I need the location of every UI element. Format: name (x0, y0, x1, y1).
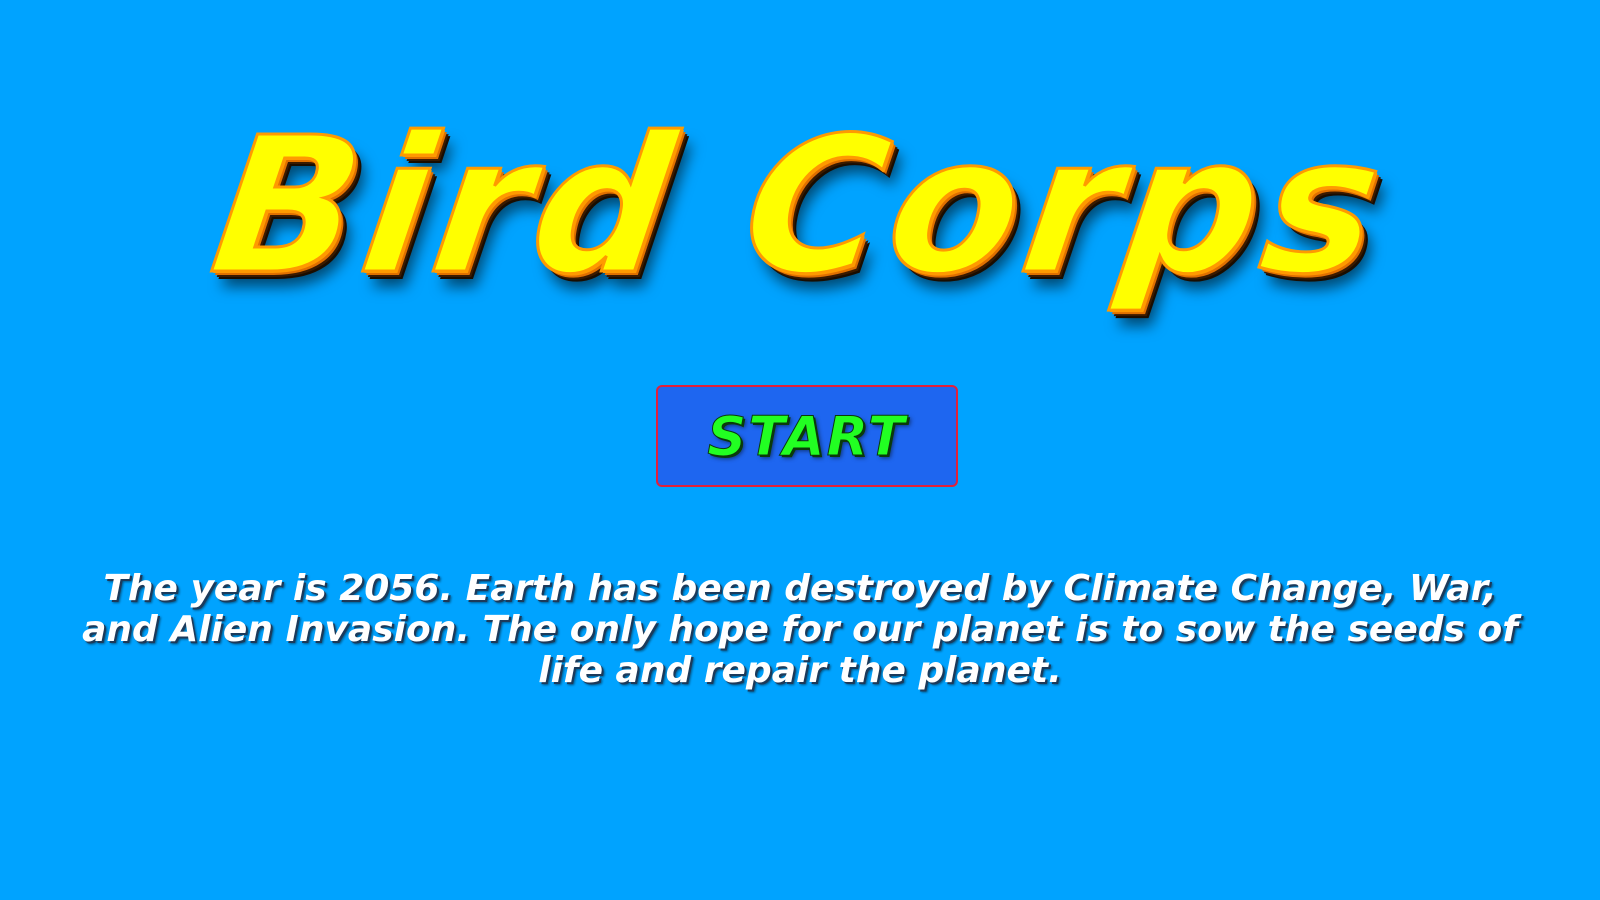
intro-story-text: The year is 2056. Earth has been destroy… (82, 568, 1518, 691)
game-title: Bird Corps (200, 96, 1401, 318)
title-screen: Bird Corps START The year is 2056. Earth… (0, 0, 1600, 900)
start-button-label: START (707, 404, 907, 468)
start-button[interactable]: START (656, 385, 958, 487)
